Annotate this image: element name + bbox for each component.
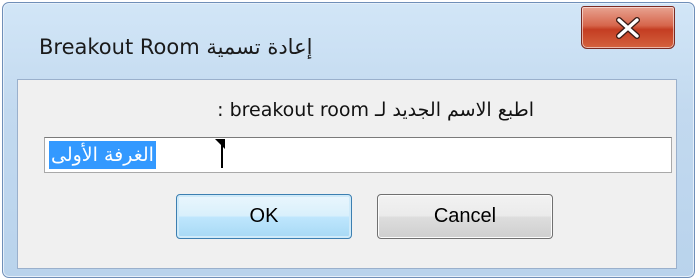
text-caret [221,142,223,168]
text-caret-marker [215,139,225,149]
ok-button[interactable]: OK [176,194,352,239]
prompt-label: اطبع الاسم الجديد لـ breakout room : [217,99,534,121]
rename-dialog-window: إعادة تسمية Breakout Room اطبع الاسم الج… [2,2,695,278]
close-x-icon [616,16,640,39]
dialog-body: اطبع الاسم الجديد لـ breakout room : الغ… [17,79,677,269]
window-title: إعادة تسمية Breakout Room [39,35,313,59]
room-name-input[interactable]: الغرفة الأولى [44,137,672,173]
title-bar[interactable]: إعادة تسمية Breakout Room [3,3,694,79]
cancel-button[interactable]: Cancel [377,194,553,239]
close-button[interactable] [581,6,675,49]
selected-room-name[interactable]: الغرفة الأولى [49,141,156,169]
